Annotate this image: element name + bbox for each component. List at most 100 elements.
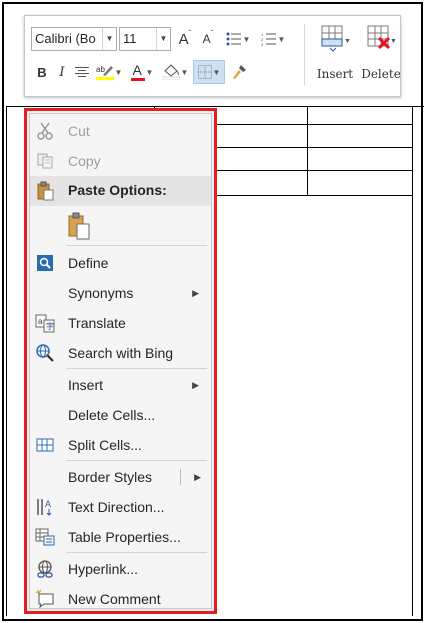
context-menu: Cut Copy Paste Options: Define Synonyms … bbox=[24, 108, 217, 614]
menu-item-hyperlink[interactable]: Hyperlink... bbox=[30, 554, 211, 584]
numbering-button[interactable]: 123 ▼ bbox=[257, 27, 289, 51]
menu-item-split-cells-label: Split Cells... bbox=[68, 437, 142, 453]
font-size-value: 11 bbox=[123, 31, 137, 46]
delete-label: Delete bbox=[361, 67, 401, 81]
bold-icon: B bbox=[37, 64, 47, 80]
italic-button[interactable]: I bbox=[53, 60, 71, 84]
chevron-down-icon[interactable]: ▼ bbox=[146, 68, 154, 77]
hyperlink-icon bbox=[34, 558, 56, 580]
svg-text:字: 字 bbox=[46, 321, 54, 331]
svg-text:▼: ▼ bbox=[390, 38, 397, 45]
split-cells-icon bbox=[34, 434, 56, 456]
svg-text:a: a bbox=[38, 317, 43, 326]
menu-item-text-direction-label: Text Direction... bbox=[68, 499, 165, 515]
chevron-down-icon[interactable]: ▼ bbox=[102, 28, 116, 50]
insert-table-button[interactable]: ▼ Insert bbox=[311, 20, 359, 92]
menu-item-delete-cells[interactable]: Delete Cells... bbox=[30, 400, 211, 430]
search-globe-icon bbox=[34, 342, 56, 364]
menu-item-synonyms[interactable]: Synonyms ▶ bbox=[30, 278, 211, 308]
toolbar-divider bbox=[304, 24, 305, 86]
chevron-down-icon[interactable]: ▼ bbox=[115, 68, 123, 77]
paste-keep-formatting-button[interactable] bbox=[64, 209, 104, 243]
highlighter-icon: ab bbox=[95, 65, 114, 80]
paste-options-label: Paste Options: bbox=[68, 182, 167, 198]
table-row-divider bbox=[214, 170, 412, 171]
menu-item-table-properties[interactable]: Table Properties... bbox=[30, 522, 211, 552]
table-insert-icon: ▼ bbox=[321, 25, 351, 52]
chevron-down-icon[interactable]: ▼ bbox=[213, 68, 221, 77]
bold-button[interactable]: B bbox=[33, 60, 51, 84]
menu-item-border-styles[interactable]: Border Styles ▶ bbox=[30, 462, 211, 492]
menu-item-insert[interactable]: Insert ▶ bbox=[30, 370, 211, 400]
svg-text:▼: ▼ bbox=[344, 38, 351, 45]
svg-text:A: A bbox=[45, 499, 51, 509]
font-size-combo[interactable]: 11 ▼ bbox=[119, 27, 171, 51]
menu-item-split-cells[interactable]: Split Cells... bbox=[30, 430, 211, 460]
format-painter-button[interactable] bbox=[229, 60, 249, 84]
shrink-font-icon: A bbox=[202, 32, 211, 46]
font-name-combo[interactable]: Calibri (Bo ▼ bbox=[31, 27, 117, 51]
split-button-divider bbox=[180, 469, 181, 485]
chevron-down-icon[interactable]: ▼ bbox=[278, 35, 286, 44]
menu-item-new-comment[interactable]: New Comment bbox=[30, 584, 211, 614]
menu-item-text-direction[interactable]: A Text Direction... bbox=[30, 492, 211, 522]
menu-item-define-label: Define bbox=[68, 255, 109, 271]
paste-icon bbox=[64, 211, 94, 241]
submenu-arrow-icon: ▶ bbox=[192, 287, 199, 298]
menu-item-translate[interactable]: a字 Translate bbox=[30, 308, 211, 338]
menu-item-border-styles-label: Border Styles bbox=[68, 469, 153, 485]
copy-icon bbox=[34, 150, 56, 172]
submenu-arrow-icon: ▶ bbox=[192, 379, 199, 390]
menu-item-search-bing[interactable]: Search with Bing bbox=[30, 338, 211, 368]
format-painter-icon bbox=[233, 65, 246, 79]
table-row-divider bbox=[214, 195, 412, 196]
menu-item-cut[interactable]: Cut bbox=[30, 116, 211, 146]
menu-item-search-bing-label: Search with Bing bbox=[68, 345, 174, 361]
chevron-down-icon[interactable]: ▼ bbox=[243, 35, 251, 44]
paste-options-header: Paste Options: bbox=[30, 176, 211, 206]
highlight-color-button[interactable]: ab ▼ bbox=[93, 60, 125, 84]
font-name-value: Calibri (Bo bbox=[35, 31, 96, 46]
menu-item-define[interactable]: Define bbox=[30, 248, 211, 278]
menu-separator bbox=[66, 245, 207, 246]
font-color-swatch bbox=[130, 78, 145, 81]
translate-icon: a字 bbox=[34, 312, 56, 334]
center-align-button[interactable] bbox=[73, 60, 91, 84]
svg-text:3: 3 bbox=[261, 42, 264, 46]
menu-item-synonyms-label: Synonyms bbox=[68, 285, 134, 301]
new-comment-icon bbox=[34, 588, 56, 610]
clipboard-icon bbox=[34, 180, 56, 202]
numbered-list-icon: 123 bbox=[261, 32, 276, 46]
table-top-border bbox=[6, 106, 424, 107]
svg-text:ab: ab bbox=[96, 65, 105, 74]
table-row-divider bbox=[214, 147, 412, 148]
table-column-divider bbox=[307, 106, 308, 196]
grow-font-icon: A bbox=[178, 30, 189, 48]
menu-item-cut-label: Cut bbox=[68, 123, 90, 139]
scissors-icon bbox=[34, 120, 56, 142]
delete-table-button[interactable]: ▼ Delete bbox=[357, 20, 405, 92]
menu-item-copy[interactable]: Copy bbox=[30, 146, 211, 176]
grow-font-button[interactable]: Aˆ bbox=[175, 27, 195, 51]
submenu-arrow-icon[interactable]: ▶ bbox=[194, 472, 201, 483]
bullet-list-icon bbox=[226, 32, 241, 46]
center-align-icon bbox=[75, 67, 89, 77]
bullets-button[interactable]: ▼ bbox=[222, 27, 254, 51]
table-delete-icon: ▼ bbox=[367, 25, 397, 50]
borders-button[interactable]: ▼ bbox=[193, 60, 225, 84]
insert-label: Insert bbox=[316, 67, 354, 81]
chevron-down-icon[interactable]: ▼ bbox=[156, 28, 170, 50]
menu-item-translate-label: Translate bbox=[68, 315, 126, 331]
shrink-font-button[interactable]: Aˇ bbox=[198, 27, 218, 51]
font-color-icon: A bbox=[132, 62, 142, 78]
menu-separator bbox=[66, 368, 207, 369]
menu-item-table-properties-label: Table Properties... bbox=[68, 529, 181, 545]
menu-item-insert-label: Insert bbox=[68, 377, 104, 393]
menu-item-copy-label: Copy bbox=[68, 153, 101, 169]
shading-button[interactable]: ▼ bbox=[159, 60, 191, 84]
define-icon bbox=[34, 252, 56, 274]
table-right-border bbox=[412, 106, 413, 616]
menu-item-delete-cells-label: Delete Cells... bbox=[68, 407, 156, 423]
chevron-down-icon[interactable]: ▼ bbox=[181, 68, 189, 77]
font-color-button[interactable]: A ▼ bbox=[127, 60, 157, 84]
